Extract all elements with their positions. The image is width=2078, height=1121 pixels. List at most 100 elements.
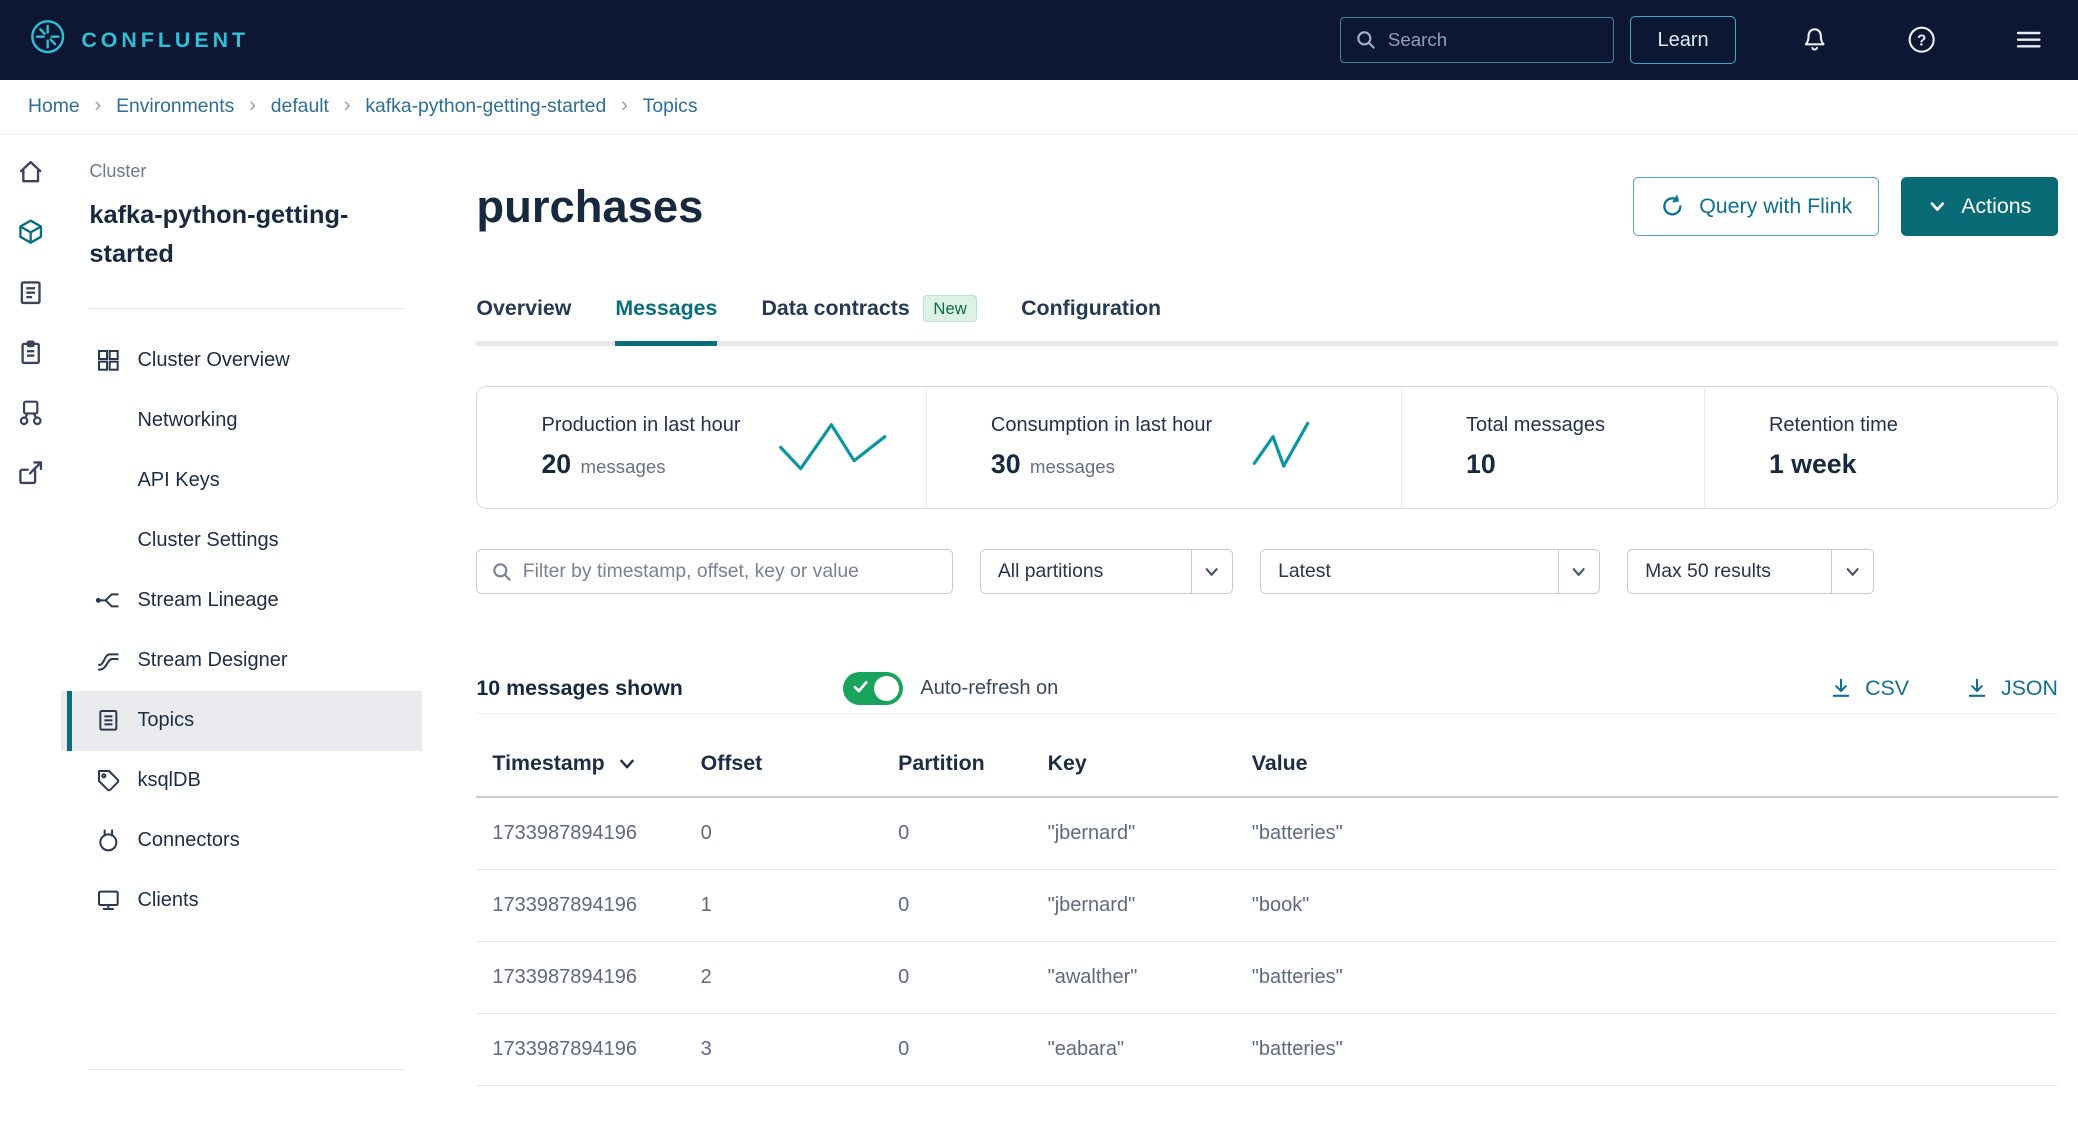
cell-key: "jbernard" xyxy=(1031,797,1236,870)
stat-value: 20 xyxy=(541,449,572,480)
chevron-down-icon[interactable] xyxy=(1557,549,1599,594)
message-filter-input[interactable] xyxy=(522,559,939,583)
tag-icon xyxy=(95,767,122,794)
breadcrumb-home[interactable]: Home xyxy=(28,95,80,118)
sidebar-item-api-keys[interactable]: API Keys xyxy=(61,450,421,510)
tab-messages[interactable]: Messages xyxy=(615,295,719,347)
sidebar-item-clients[interactable]: Clients xyxy=(61,871,421,931)
download-icon xyxy=(1968,678,1986,698)
cell-value: "batteries" xyxy=(1235,797,2058,870)
stat-label: Production in last hour xyxy=(541,414,741,437)
cell-timestamp: 1733987894196 xyxy=(476,1013,685,1087)
sort-desc-icon xyxy=(617,754,637,774)
sidebar-item-label: Cluster Settings xyxy=(137,528,279,551)
download-icon xyxy=(1832,678,1850,698)
message-row[interactable]: 1733987894196 1 0 "jbernard" "book" xyxy=(476,869,2058,942)
download-csv-link[interactable]: CSV xyxy=(1829,676,1909,701)
production-sparkline xyxy=(778,423,887,471)
sidebar-item-label: Stream Designer xyxy=(137,648,288,671)
flink-query-icon xyxy=(1659,193,1686,220)
breadcrumb-topics[interactable]: Topics xyxy=(643,95,698,118)
cell-timestamp: 1733987894196 xyxy=(476,941,685,1014)
icon-rail xyxy=(0,135,61,1121)
sidebar-item-cluster-settings[interactable]: Cluster Settings xyxy=(61,510,421,570)
stat-retention-time: Retention time 1 week xyxy=(1703,386,2057,508)
cell-partition: 0 xyxy=(882,1013,1032,1087)
hamburger-menu-icon[interactable] xyxy=(2014,25,2043,54)
breadcrumb-environments[interactable]: Environments xyxy=(116,95,234,118)
topic-tabs: Overview Messages Data contracts New Con… xyxy=(476,294,2058,347)
notes-icon[interactable] xyxy=(15,276,47,308)
cell-value: "batteries" xyxy=(1235,1013,2058,1087)
message-row[interactable]: 1733987894196 0 0 "jbernard" "batteries" xyxy=(476,797,2058,870)
query-with-flink-label: Query with Flink xyxy=(1699,194,1853,219)
offset-order-dropdown[interactable]: Latest xyxy=(1259,548,1601,595)
confluent-logo[interactable]: CONFLUENT xyxy=(29,18,249,61)
global-search-input[interactable] xyxy=(1387,29,1600,52)
column-header-partition: Partition xyxy=(882,713,1032,799)
plug-icon xyxy=(95,827,122,854)
column-header-timestamp[interactable]: Timestamp xyxy=(476,713,685,799)
actions-button[interactable]: Actions xyxy=(1901,177,2058,237)
home-icon[interactable] xyxy=(15,156,47,188)
column-header-offset: Offset xyxy=(684,713,883,799)
confluent-console: CONFLUENT Learn ? xyxy=(0,0,2078,1121)
sidebar-item-topics[interactable]: Topics xyxy=(61,690,422,751)
clipboard-icon[interactable] xyxy=(15,336,47,368)
stream-governance-icon[interactable] xyxy=(15,396,47,428)
page-title: purchases xyxy=(476,180,704,232)
learn-button[interactable]: Learn xyxy=(1629,16,1737,65)
actions-label: Actions xyxy=(1961,194,2032,219)
sidebar-item-label: Stream Lineage xyxy=(137,588,279,611)
message-filter-search[interactable] xyxy=(476,548,953,595)
sidebar-item-stream-designer[interactable]: Stream Designer xyxy=(61,630,421,690)
auto-refresh-toggle[interactable] xyxy=(843,671,904,705)
svg-text:?: ? xyxy=(1917,33,1926,50)
breadcrumb-cluster[interactable]: kafka-python-getting-started xyxy=(365,95,606,118)
offset-order-dropdown-value: Latest xyxy=(1278,559,1331,582)
search-icon xyxy=(493,563,511,581)
breadcrumb-default[interactable]: default xyxy=(271,95,329,118)
query-with-flink-button[interactable]: Query with Flink xyxy=(1632,177,1879,237)
message-filters: All partitions Latest Max 50 results xyxy=(476,548,2058,595)
cell-offset: 0 xyxy=(684,797,883,870)
notifications-bell-icon[interactable] xyxy=(1800,25,1829,54)
chevron-right-icon xyxy=(249,93,256,118)
cell-partition: 0 xyxy=(882,797,1032,870)
sidebar-item-stream-lineage[interactable]: Stream Lineage xyxy=(61,570,421,630)
cell-partition: 0 xyxy=(882,941,1032,1014)
sidebar-item-cluster-overview[interactable]: Cluster Overview xyxy=(61,330,421,390)
sidebar-item-networking[interactable]: Networking xyxy=(61,390,421,450)
tab-overview[interactable]: Overview xyxy=(476,295,571,341)
chevron-down-icon[interactable] xyxy=(1190,549,1232,594)
cell-offset: 2 xyxy=(684,941,883,1014)
cell-timestamp: 1733987894196 xyxy=(476,797,685,870)
chevron-down-icon[interactable] xyxy=(1831,549,1872,594)
sidebar-item-connectors[interactable]: Connectors xyxy=(61,811,421,871)
sidebar-item-label: Connectors xyxy=(137,829,240,852)
sidebar-item-label: Networking xyxy=(137,408,238,431)
new-badge: New xyxy=(923,294,978,323)
global-search[interactable] xyxy=(1340,17,1614,63)
stat-value: 10 xyxy=(1466,449,1496,480)
partitions-dropdown[interactable]: All partitions xyxy=(979,548,1234,595)
share-export-icon[interactable] xyxy=(15,456,47,488)
topics-icon xyxy=(95,707,122,734)
auto-refresh-label: Auto-refresh on xyxy=(920,676,1059,699)
max-results-dropdown-value: Max 50 results xyxy=(1645,559,1771,582)
max-results-dropdown[interactable]: Max 50 results xyxy=(1626,548,1874,595)
sidebar-item-ksqldb[interactable]: ksqlDB xyxy=(61,751,421,811)
cell-key: "awalther" xyxy=(1031,941,1236,1014)
sidebar-item-label: ksqlDB xyxy=(137,769,201,792)
stat-value: 1 week xyxy=(1768,449,1857,480)
cluster-icon[interactable] xyxy=(15,216,47,248)
download-json-link[interactable]: JSON xyxy=(1965,676,2058,701)
stat-label: Consumption in last hour xyxy=(990,414,1213,437)
tab-configuration[interactable]: Configuration xyxy=(1021,295,1161,341)
cell-offset: 1 xyxy=(684,869,883,942)
help-icon[interactable]: ? xyxy=(1907,25,1936,54)
message-row[interactable]: 1733987894196 2 0 "awalther" "batteries" xyxy=(476,941,2058,1014)
sidebar-item-label: Topics xyxy=(137,709,195,732)
tab-data-contracts[interactable]: Data contracts New xyxy=(761,294,978,341)
message-row[interactable]: 1733987894196 3 0 "eabara" "batteries" xyxy=(476,1013,2058,1087)
